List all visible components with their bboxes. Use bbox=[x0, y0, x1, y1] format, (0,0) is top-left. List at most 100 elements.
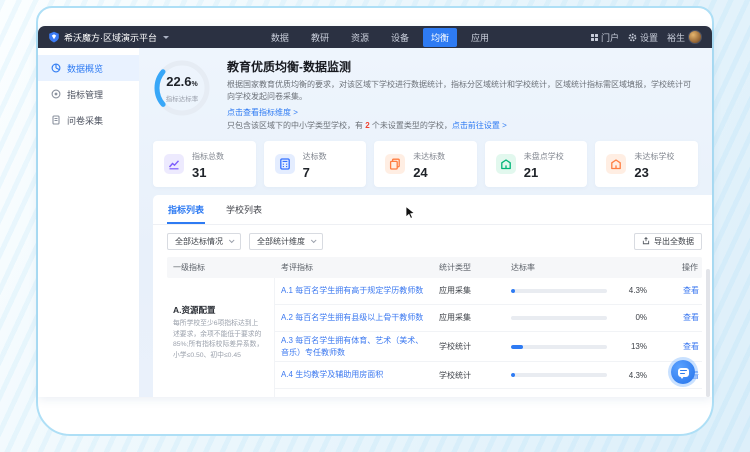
table-row: A.4 生均教学及辅助用房面积 学校统计 4.3% 查看 bbox=[275, 362, 702, 389]
nav-item-resource[interactable]: 资源 bbox=[343, 28, 377, 47]
user-name: 裕生 bbox=[667, 31, 685, 44]
chat-button[interactable] bbox=[671, 360, 695, 384]
view-link[interactable]: 查看 bbox=[683, 342, 699, 351]
stat-type: 应用采集 bbox=[433, 312, 505, 323]
rate-value: 13% bbox=[607, 342, 647, 351]
filter-compliance-select[interactable]: 全部达标情况 bbox=[167, 233, 241, 250]
survey-doc-icon bbox=[51, 115, 61, 125]
tab-indicator-list[interactable]: 指标列表 bbox=[167, 195, 205, 224]
calculator-icon bbox=[275, 154, 295, 174]
stat-label: 未盘点学校 bbox=[524, 152, 564, 161]
tab-school-list[interactable]: 学校列表 bbox=[225, 195, 263, 224]
indicator-link[interactable]: A.1 每百名学生拥有高于规定学历教师数 bbox=[281, 286, 423, 295]
col-header: 一级指标 bbox=[167, 262, 275, 273]
list-panel: 指标列表 学校列表 全部达标情况 全部统计维度 bbox=[153, 195, 712, 397]
stat-type: 学校统计 bbox=[433, 341, 505, 352]
app-window: 希沃魔方·区域演示平台 数据 教研 资源 设备 均衡 应用 门户 设置 bbox=[38, 26, 712, 397]
stat-card-uninventoried-schools: 未盘点学校 21 bbox=[485, 141, 588, 187]
portal-button[interactable]: 门户 bbox=[591, 31, 619, 44]
progress-bar bbox=[511, 316, 607, 320]
group-description: 每所学校至少6项指标达到上述要求，余项不能低于要求的85%;所有指标校际差异系数… bbox=[173, 319, 264, 361]
indicator-link[interactable]: A.2 每百名学生拥有县级以上骨干教师数 bbox=[281, 313, 423, 322]
stat-value: 7 bbox=[303, 165, 310, 180]
filter-bar: 全部达标情况 全部统计维度 导出全数据 bbox=[153, 225, 712, 257]
main-content: 22.6% 指标达标率 教育优质均衡-数据监测 根据国家教育优质均衡的要求，对该… bbox=[139, 48, 712, 397]
filter-value: 全部达标情况 bbox=[175, 236, 223, 247]
school-type-note: 只包含该区域下的中小学类型学校，有 2 个未设置类型的学校，点击前往设置 > bbox=[227, 120, 698, 133]
target-icon bbox=[51, 89, 61, 99]
progress-bar bbox=[511, 373, 607, 377]
goto-settings-link[interactable]: 点击前往设置 > bbox=[452, 120, 507, 132]
col-header: 统计类型 bbox=[433, 262, 505, 273]
settings-button[interactable]: 设置 bbox=[628, 31, 658, 44]
export-label: 导出全数据 bbox=[654, 236, 694, 247]
overview-header: 22.6% 指标达标率 教育优质均衡-数据监测 根据国家教育优质均衡的要求，对该… bbox=[153, 55, 698, 133]
chevron-down-icon bbox=[311, 238, 317, 244]
sidebar-item-indicator-management[interactable]: 指标管理 bbox=[38, 81, 139, 107]
shield-logo-icon bbox=[48, 31, 60, 43]
topbar-right-group: 门户 设置 裕生 bbox=[591, 30, 702, 44]
view-indicator-dimension-link[interactable]: 点击查看指标维度 > bbox=[227, 107, 298, 119]
user-menu[interactable]: 裕生 bbox=[667, 30, 702, 44]
brand-switcher[interactable]: 希沃魔方·区域演示平台 bbox=[48, 31, 169, 44]
overview-description: 根据国家教育优质均衡的要求，对该区域下学校进行数据统计，指标分区域统计和学校统计… bbox=[227, 79, 698, 102]
filter-dimension-select[interactable]: 全部统计维度 bbox=[249, 233, 323, 250]
school-icon bbox=[496, 154, 516, 174]
school-icon bbox=[606, 154, 626, 174]
table-row: A.3 每百名学生拥有体育、艺术（美术、音乐）专任教师数 学校统计 13% 查看 bbox=[275, 332, 702, 362]
rate-value: 4.3% bbox=[607, 371, 647, 380]
stat-value: 21 bbox=[524, 165, 538, 180]
documents-icon bbox=[385, 154, 405, 174]
stat-label: 未达标学校 bbox=[634, 152, 674, 161]
table-row: A.1 每百名学生拥有高于规定学历教师数 应用采集 4.3% 查看 bbox=[275, 278, 702, 305]
view-link[interactable]: 查看 bbox=[683, 313, 699, 322]
note-text: 个未设置类型的学校， bbox=[370, 121, 452, 130]
indicator-link[interactable]: A.3 每百名学生拥有体育、艺术（美术、音乐）专任教师数 bbox=[281, 336, 423, 357]
table-row: A.5 生均体育运动场馆面积 学校统计 4.3% 查看 bbox=[275, 389, 702, 397]
sidebar-item-label: 问卷采集 bbox=[67, 114, 103, 127]
sidebar-item-questionnaire[interactable]: 问卷采集 bbox=[38, 107, 139, 133]
top-navigation-bar: 希沃魔方·区域演示平台 数据 教研 资源 设备 均衡 应用 门户 设置 bbox=[38, 26, 712, 48]
progress-bar bbox=[511, 289, 607, 293]
table-scrollbar[interactable] bbox=[706, 269, 710, 397]
main-nav: 数据 教研 资源 设备 均衡 应用 bbox=[169, 28, 591, 47]
table-header-row: 一级指标 考评指标 统计类型 达标率 操作 bbox=[167, 257, 702, 278]
export-all-data-button[interactable]: 导出全数据 bbox=[634, 233, 702, 250]
stat-value: 24 bbox=[413, 165, 427, 180]
gauge-value: 22.6 bbox=[166, 74, 191, 89]
view-link[interactable]: 查看 bbox=[683, 286, 699, 295]
settings-label: 设置 bbox=[640, 31, 658, 44]
page-title: 教育优质均衡-数据监测 bbox=[227, 58, 698, 75]
chevron-down-icon bbox=[229, 238, 235, 244]
sidebar-item-data-overview[interactable]: 数据概览 bbox=[38, 55, 139, 81]
stat-type: 学校统计 bbox=[433, 370, 505, 381]
gauge-unit: % bbox=[192, 81, 198, 88]
rate-value: 4.3% bbox=[607, 286, 647, 295]
sidebar: 数据概览 指标管理 问卷采集 bbox=[38, 48, 139, 397]
col-header: 操作 bbox=[655, 262, 702, 273]
nav-item-apps[interactable]: 应用 bbox=[463, 28, 497, 47]
stat-type: 应用采集 bbox=[433, 285, 505, 296]
stat-value: 31 bbox=[192, 165, 206, 180]
data-overview-icon bbox=[51, 63, 61, 73]
group-name: A.资源配置 bbox=[173, 304, 264, 316]
nav-item-research[interactable]: 教研 bbox=[303, 28, 337, 47]
stat-label: 指标总数 bbox=[192, 152, 224, 161]
trend-chart-icon bbox=[164, 154, 184, 174]
stat-label: 未达标数 bbox=[413, 152, 445, 161]
panel-tabs: 指标列表 学校列表 bbox=[153, 195, 712, 225]
gear-icon bbox=[628, 33, 637, 42]
rate-value: 0% bbox=[607, 313, 647, 322]
user-avatar bbox=[688, 30, 702, 44]
nav-item-data[interactable]: 数据 bbox=[263, 28, 297, 47]
nav-item-device[interactable]: 设备 bbox=[383, 28, 417, 47]
col-header: 考评指标 bbox=[275, 262, 433, 273]
indicator-group-cell: A.资源配置 每所学校至少6项指标达到上述要求，余项不能低于要求的85%;所有指… bbox=[167, 278, 275, 397]
indicator-link[interactable]: A.4 生均教学及辅助用房面积 bbox=[281, 370, 383, 379]
portal-grid-icon bbox=[591, 34, 598, 41]
stat-label: 达标数 bbox=[303, 152, 327, 161]
table-rows: A.1 每百名学生拥有高于规定学历教师数 应用采集 4.3% 查看 A.2 每百… bbox=[275, 278, 702, 397]
brand-title: 希沃魔方·区域演示平台 bbox=[64, 31, 157, 44]
stat-card-met: 达标数 7 bbox=[264, 141, 367, 187]
nav-item-balance[interactable]: 均衡 bbox=[423, 28, 457, 47]
